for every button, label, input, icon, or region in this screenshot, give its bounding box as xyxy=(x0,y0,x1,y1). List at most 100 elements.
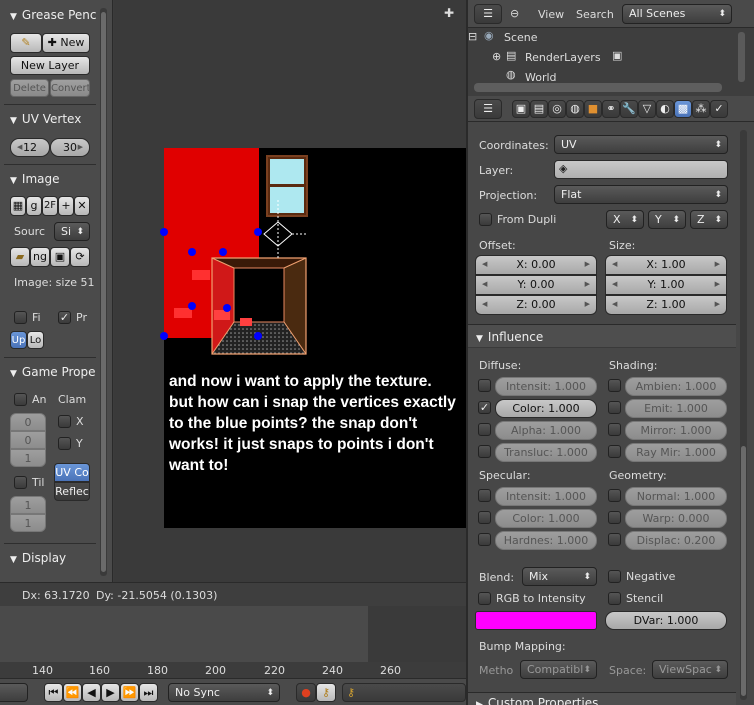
warp-checkbox[interactable] xyxy=(608,511,621,524)
project-y-select[interactable]: Y ⬍ xyxy=(648,210,686,229)
tiles-checkbox[interactable] xyxy=(14,476,27,489)
image-users-field[interactable]: 2F xyxy=(42,196,58,216)
diffuse-alpha-field[interactable]: Alpha: 1.000 xyxy=(495,421,597,440)
scene-filter-select[interactable]: All Scenes ⬍ xyxy=(622,4,732,24)
properties-scrollbar-thumb[interactable] xyxy=(741,446,746,696)
diffuse-intensity-field[interactable]: Intensit: 1.000 xyxy=(495,377,597,396)
outliner-scrollbar[interactable] xyxy=(738,32,745,82)
project-x-select[interactable]: X ⬍ xyxy=(606,210,644,229)
play-button[interactable]: ▶ xyxy=(101,683,120,702)
blue-snap-point[interactable] xyxy=(160,228,168,236)
blue-snap-point[interactable] xyxy=(219,248,227,256)
jump-start-button[interactable]: ⏮ xyxy=(44,683,63,702)
mirror-checkbox[interactable] xyxy=(608,423,621,436)
diffuse-color-checkbox[interactable]: ✓ xyxy=(478,401,491,414)
hardness-checkbox[interactable] xyxy=(478,533,491,546)
convert-button[interactable]: Convert xyxy=(50,79,90,97)
fields-checkbox[interactable] xyxy=(14,311,27,324)
collapse-menu-icon[interactable]: ⊖ xyxy=(510,7,519,20)
custom-properties-header[interactable]: ▶ Custom Properties xyxy=(468,692,736,705)
display-header[interactable]: ▼ Display xyxy=(10,551,66,565)
from-dupli-checkbox[interactable] xyxy=(479,213,492,226)
animated-checkbox[interactable] xyxy=(14,393,27,406)
space-select[interactable]: ViewSpac ⬍ xyxy=(652,660,728,679)
tiles-x-field[interactable]: 1 xyxy=(10,496,46,514)
outliner-h-scrollbar[interactable] xyxy=(474,83,722,92)
diffuse-translucency-checkbox[interactable] xyxy=(478,445,491,458)
uv-coordinates-button[interactable]: UV Co xyxy=(54,463,90,482)
offset-x-field[interactable]: ◀ X: 0.00 ▶ xyxy=(475,255,597,275)
offset-y-field[interactable]: ◀ Y: 0.00 ▶ xyxy=(475,275,597,295)
project-z-select[interactable]: Z ⬍ xyxy=(690,210,728,229)
mirror-field[interactable]: Mirror: 1.000 xyxy=(625,421,727,440)
emit-checkbox[interactable] xyxy=(608,401,621,414)
diffuse-color-field[interactable]: Color: 1.000 xyxy=(495,399,597,418)
blue-snap-point[interactable] xyxy=(188,248,196,256)
specular-color-field[interactable]: Color: 1.000 xyxy=(495,509,597,528)
view-menu[interactable]: View xyxy=(538,8,564,21)
ambient-checkbox[interactable] xyxy=(608,379,621,392)
normal-checkbox[interactable] xyxy=(608,489,621,502)
specular-intensity-checkbox[interactable] xyxy=(478,489,491,502)
uv-vertex-header[interactable]: ▼ UV Vertex xyxy=(10,112,81,126)
editor-type-button[interactable]: ☰ xyxy=(474,99,502,119)
end-field[interactable]: 0 xyxy=(10,431,46,449)
uv-editor-viewport[interactable]: ✚ and now i want to apply the texture. b… xyxy=(114,0,466,582)
tab-scene[interactable]: ◎ xyxy=(548,100,566,118)
coordinates-select[interactable]: UV ⬍ xyxy=(554,135,728,154)
dvar-field[interactable]: DVar: 1.000 xyxy=(605,611,727,630)
expand-minus-icon[interactable]: ⊟ xyxy=(468,30,477,43)
layer-field[interactable]: ◈ xyxy=(554,160,728,179)
next-keyframe-button[interactable]: ⏩ xyxy=(120,683,139,702)
shelf-scrollbar-thumb[interactable] xyxy=(101,12,106,572)
blue-snap-point[interactable] xyxy=(254,332,262,340)
ambient-field[interactable]: Ambien: 1.000 xyxy=(625,377,727,396)
clamp-x-checkbox[interactable] xyxy=(58,415,71,428)
keying-set-button[interactable]: ⚷ xyxy=(316,683,336,702)
influence-panel-header[interactable]: ▼ Influence xyxy=(468,324,736,348)
jump-end-button[interactable]: ⏭ xyxy=(139,683,158,702)
outliner-row[interactable]: ⊕ ▤ RenderLayers ▣ xyxy=(468,48,736,66)
size-y-field[interactable]: ◀ Y: 1.00 ▶ xyxy=(605,275,727,295)
image-browse-button[interactable]: ▦ xyxy=(10,196,26,216)
tab-data[interactable]: ▽ xyxy=(638,100,656,118)
blue-snap-point[interactable] xyxy=(223,304,231,312)
play-reverse-button[interactable]: ◀ xyxy=(82,683,101,702)
ray-mirror-checkbox[interactable] xyxy=(608,445,621,458)
blue-snap-point[interactable] xyxy=(188,302,196,310)
blue-snap-point[interactable] xyxy=(160,332,168,340)
blend-color-swatch[interactable] xyxy=(475,611,597,630)
start-field[interactable]: 0 xyxy=(10,413,46,431)
search-menu[interactable]: Search xyxy=(576,8,614,21)
uv-x-field[interactable]: ◀ 12 xyxy=(10,138,50,157)
diffuse-intensity-checkbox[interactable] xyxy=(478,379,491,392)
tab-particles[interactable]: ⁂ xyxy=(692,100,710,118)
specular-color-checkbox[interactable] xyxy=(478,511,491,524)
size-z-field[interactable]: ◀ Z: 1.00 ▶ xyxy=(605,295,727,315)
premultiply-checkbox[interactable]: ✓ xyxy=(58,311,71,324)
projection-select[interactable]: Flat ⬍ xyxy=(554,185,728,204)
speed-field[interactable]: 1 xyxy=(10,449,46,467)
outliner-row[interactable]: ⊟ ◉ Scene xyxy=(468,28,736,46)
unlink-image-button[interactable]: ✕ xyxy=(74,196,90,216)
hardness-field[interactable]: Hardnes: 1.000 xyxy=(495,531,597,550)
game-properties-header[interactable]: ▼ Game Prope xyxy=(10,365,96,379)
sync-select[interactable]: No Sync ⬍ xyxy=(168,683,280,702)
method-select[interactable]: Compatibl ⬍ xyxy=(520,660,597,679)
file-browse-button[interactable]: ▰ xyxy=(10,247,30,267)
tab-render-layers[interactable]: ▤ xyxy=(530,100,548,118)
grease-pencil-header[interactable]: ▼ Grease Penc xyxy=(10,8,96,22)
prev-keyframe-button[interactable]: ⏪ xyxy=(63,683,82,702)
displace-field[interactable]: Displac: 0.200 xyxy=(625,531,727,550)
rgb-to-intensity-checkbox[interactable] xyxy=(478,592,491,605)
new-grease-button[interactable]: ✚ New xyxy=(42,33,90,53)
emit-field[interactable]: Emit: 1.000 xyxy=(625,399,727,418)
image-header[interactable]: ▼ Image xyxy=(10,172,60,186)
normal-field[interactable]: Normal: 1.000 xyxy=(625,487,727,506)
upper-first-button[interactable]: Up xyxy=(10,331,27,349)
blend-select[interactable]: Mix ⬍ xyxy=(522,567,597,586)
diffuse-translucency-field[interactable]: Transluc: 1.000 xyxy=(495,443,597,462)
tab-material[interactable]: ◐ xyxy=(656,100,674,118)
uv-y-field[interactable]: 30 ▶ xyxy=(50,138,90,157)
stencil-checkbox[interactable] xyxy=(608,592,621,605)
